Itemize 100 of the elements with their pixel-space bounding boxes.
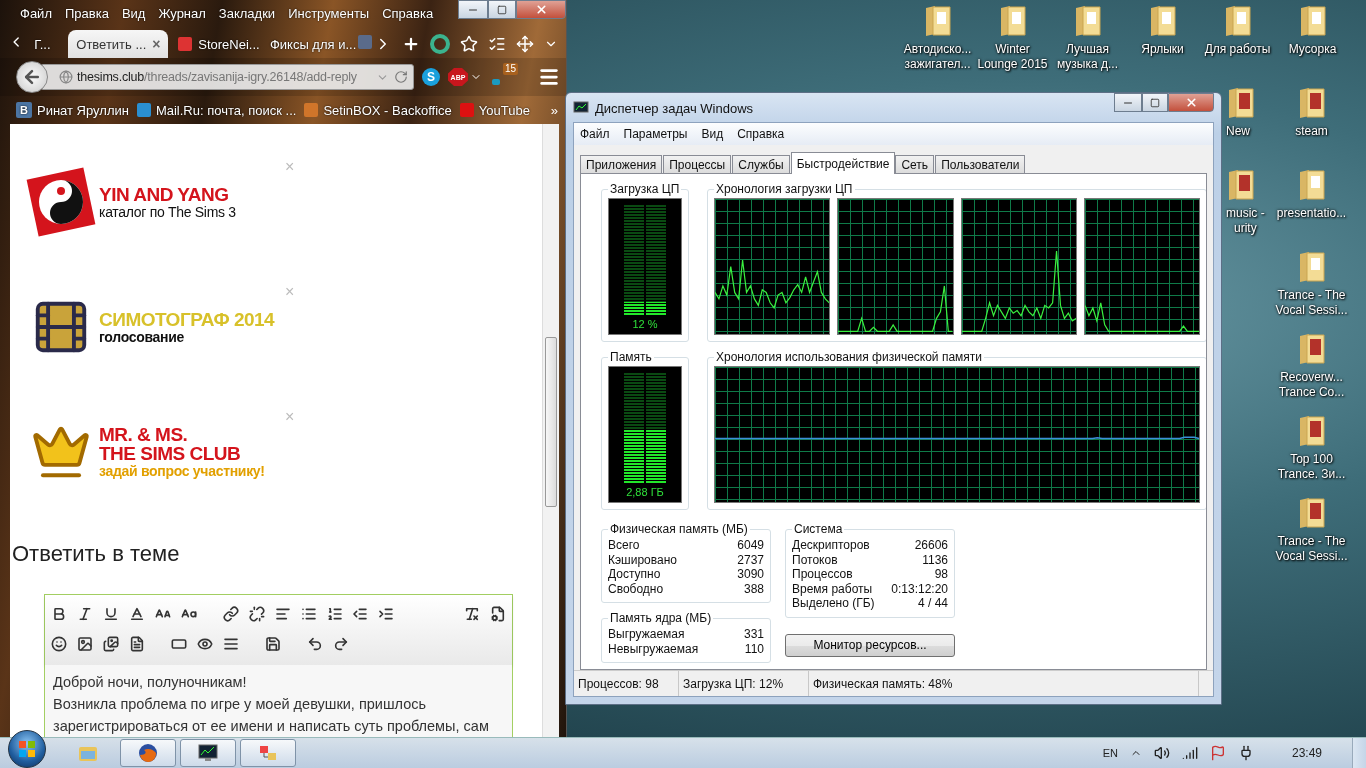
more-bookmarks[interactable]: » xyxy=(550,102,558,118)
menu-item[interactable]: Закладки xyxy=(218,5,276,21)
spoiler-icon[interactable] xyxy=(171,636,187,652)
clock[interactable]: 23:49 xyxy=(1291,746,1322,760)
ad-title[interactable]: MR. & MS. THE SIMS CLUB xyxy=(99,425,285,463)
scrollbar[interactable] xyxy=(542,124,559,737)
taskbar-app-button[interactable] xyxy=(180,739,236,767)
numbered-list-icon[interactable] xyxy=(326,606,343,622)
group-title: Система xyxy=(793,523,844,536)
tab[interactable]: Приложения xyxy=(580,155,663,174)
resource-monitor-button[interactable]: Монитор ресурсов... xyxy=(785,633,955,657)
desktop-icon-label[interactable]: music - urity xyxy=(1226,206,1265,236)
signal-icon[interactable] xyxy=(1181,745,1198,761)
desktop-icon-label[interactable]: Trance - The Vocal Sessi... xyxy=(1275,534,1348,564)
menu-item[interactable]: Вид xyxy=(701,127,724,141)
close-button[interactable] xyxy=(516,0,566,19)
speaker-icon[interactable] xyxy=(1153,745,1170,761)
group-title: Хронология использования физической памяти xyxy=(715,351,983,364)
desktop-icon-label[interactable]: New xyxy=(1226,124,1250,139)
stat-value: 6049 xyxy=(737,538,764,553)
minimize-button[interactable] xyxy=(458,0,488,19)
flag-icon[interactable] xyxy=(1209,745,1226,761)
reload-icon[interactable] xyxy=(394,70,408,84)
desktop-icon-label[interactable]: Автодиско... зажигател... xyxy=(903,42,972,72)
menu-item[interactable]: Файл xyxy=(20,5,52,21)
align-left-icon[interactable] xyxy=(274,606,291,622)
back-button[interactable] xyxy=(16,61,48,93)
desktop-icon-label[interactable]: Winter Lounge 2015 xyxy=(977,42,1048,72)
menu-item[interactable]: Справка xyxy=(382,5,434,21)
menu-item[interactable]: Журнал xyxy=(158,5,206,21)
link-icon[interactable] xyxy=(222,606,239,622)
menu-item[interactable]: Параметры xyxy=(623,127,688,141)
text-editor[interactable]: Доброй ночи, полуночникам! Возникла проблема по игре у моей девушки, пришлось зарегистрироваться от ее имени и написать суть проблемы, сам xyxy=(44,594,513,737)
ad-subtitle[interactable]: голосование xyxy=(99,328,285,345)
stat-value: 1136 xyxy=(922,552,948,567)
document-settings-icon[interactable] xyxy=(490,606,507,622)
maximize-button[interactable] xyxy=(488,0,516,19)
address-field[interactable]: thesims.club/threads/zavisanija-igry.26148/add-reply xyxy=(42,64,414,90)
bullet-list-icon[interactable] xyxy=(300,606,317,622)
globe-icon xyxy=(59,70,73,84)
browser-tab[interactable]: StoreNei... xyxy=(170,30,260,58)
menu-item[interactable]: Справка xyxy=(737,127,785,141)
desktop-icon-label[interactable]: presentatio... xyxy=(1276,206,1347,221)
desktop-icon-label[interactable]: Top 100 Trance. Зи... xyxy=(1277,452,1346,482)
minimize-button[interactable] xyxy=(1114,93,1142,112)
smiley-icon[interactable] xyxy=(51,636,67,652)
browser-tab[interactable]: Фиксы для и... xyxy=(261,30,356,58)
ring-icon[interactable] xyxy=(430,34,450,54)
tab[interactable]: Быстродействие xyxy=(790,152,896,174)
text-color-icon[interactable] xyxy=(128,606,145,622)
indent-icon[interactable] xyxy=(378,606,395,622)
move-icon[interactable] xyxy=(516,35,534,53)
desktop-icon-label[interactable]: Мусорка xyxy=(1288,42,1337,57)
desktop-icon-label[interactable]: Лучшая музыка д... xyxy=(1056,42,1118,72)
ad-subtitle[interactable]: каталог по The Sims 3 xyxy=(99,203,285,220)
start-button[interactable] xyxy=(8,730,46,768)
unlink-icon[interactable] xyxy=(248,606,265,622)
group-title: Память ядра (МБ) xyxy=(609,612,713,625)
save-icon[interactable] xyxy=(265,636,281,652)
desktop-icon-label[interactable]: Для работы xyxy=(1204,42,1271,57)
desktop-icon-label[interactable]: Trance - The Vocal Sessi... xyxy=(1275,288,1348,318)
gallery-icon[interactable] xyxy=(103,636,119,652)
bookmark[interactable]: В Ринат Яруллин xyxy=(16,102,129,118)
taskbar-app-button[interactable] xyxy=(120,739,176,767)
tab[interactable]: Службы xyxy=(732,155,790,174)
fox-globe-icon xyxy=(138,743,158,763)
desktop-icon-label[interactable]: Ярлыки xyxy=(1141,42,1184,57)
underline-icon[interactable] xyxy=(102,606,119,622)
star-icon[interactable] xyxy=(460,35,478,53)
language-indicator[interactable]: EN xyxy=(1102,747,1118,759)
outdent-icon[interactable] xyxy=(352,606,369,622)
preview-icon[interactable] xyxy=(197,636,213,652)
bold-icon[interactable] xyxy=(51,606,67,622)
new-tab-icon[interactable] xyxy=(402,35,420,53)
horizontal-lines-icon[interactable] xyxy=(223,636,239,652)
menu-item[interactable]: Инструменты xyxy=(288,5,370,21)
text-block-icon[interactable] xyxy=(129,636,145,652)
tab[interactable]: Пользователи xyxy=(935,155,1026,174)
tab[interactable]: Сеть xyxy=(895,155,935,174)
browser-tab[interactable]: Ответить ... × xyxy=(68,30,169,58)
ad-title[interactable]: YIN AND YANG xyxy=(99,184,285,204)
stat-label: Свободно xyxy=(608,581,664,596)
remove-formatting-icon[interactable] xyxy=(464,606,481,622)
menu-item[interactable]: Файл xyxy=(580,127,610,141)
undo-icon[interactable] xyxy=(307,636,323,652)
desktop-icon-label[interactable]: Recoverw... Trance Co... xyxy=(1278,370,1345,400)
reading-list-icon[interactable] xyxy=(488,35,506,53)
maximize-icon xyxy=(497,4,507,15)
menu-item[interactable]: Вид xyxy=(121,5,146,21)
tab[interactable]: Процессы xyxy=(663,155,732,174)
menu-item[interactable]: Правка xyxy=(64,5,109,21)
desktop-icon-label[interactable]: steam xyxy=(1295,124,1328,139)
redo-icon[interactable] xyxy=(333,636,349,652)
image-icon[interactable] xyxy=(77,636,93,652)
maximize-button[interactable] xyxy=(1142,93,1168,112)
menu-icon[interactable] xyxy=(538,66,560,88)
stat-label: Выделено (ГБ) xyxy=(792,596,875,611)
bookmark[interactable]: YouTube xyxy=(459,102,530,118)
close-button[interactable] xyxy=(1168,93,1214,112)
browser-tab[interactable]: Г... xyxy=(26,30,67,58)
